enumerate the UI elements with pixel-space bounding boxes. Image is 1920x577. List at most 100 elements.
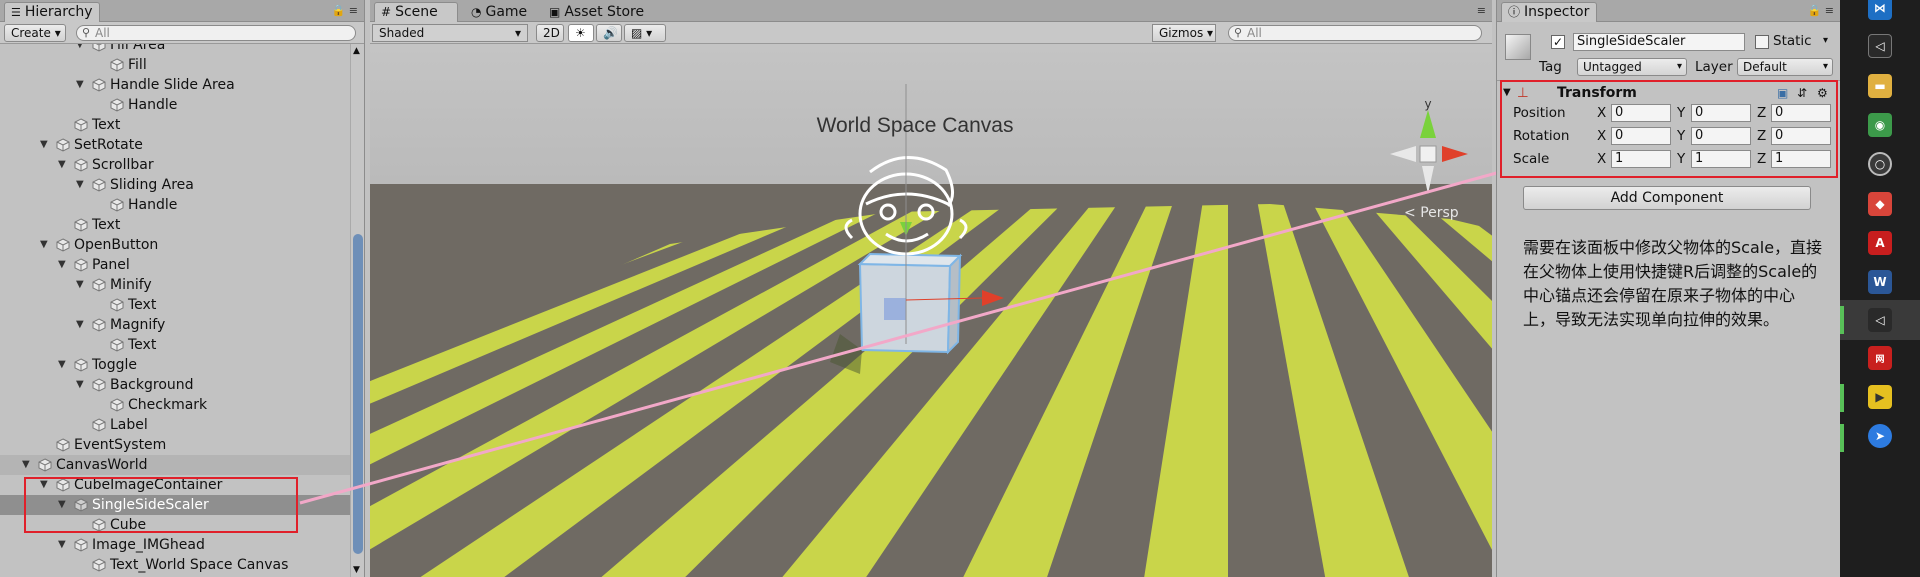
- object-name-input[interactable]: SingleSideScaler: [1573, 33, 1745, 51]
- scene-viewport[interactable]: World Space Canvas y < Persp: [370, 44, 1492, 577]
- expand-arrow-icon[interactable]: ▼: [76, 75, 84, 95]
- sun-icon[interactable]: ☀: [568, 24, 594, 42]
- pdf-icon[interactable]: A: [1868, 231, 1892, 255]
- hierarchy-item[interactable]: Fill: [0, 55, 350, 75]
- feishu-icon[interactable]: ➤: [1868, 424, 1892, 448]
- expand-arrow-icon[interactable]: ▼: [40, 475, 48, 495]
- scene-search-input[interactable]: ⚲ All: [1228, 25, 1482, 41]
- transform-y-input[interactable]: 1: [1691, 150, 1751, 168]
- gameobject-icon: [74, 258, 88, 272]
- hierarchy-item[interactable]: ▼ Background: [0, 375, 350, 395]
- expand-arrow-icon[interactable]: ▼: [76, 175, 84, 195]
- panel-menu-icon[interactable]: 🔒 ≡: [1808, 4, 1834, 17]
- expand-arrow-icon[interactable]: ▼: [40, 135, 48, 155]
- expand-arrow-icon[interactable]: ▼: [22, 455, 30, 475]
- hierarchy-item[interactable]: ▼ Handle Slide Area: [0, 75, 350, 95]
- transform-x-input[interactable]: 0: [1611, 127, 1671, 145]
- hierarchy-item[interactable]: Cube: [0, 515, 350, 535]
- hierarchy-item[interactable]: ▼ Toggle: [0, 355, 350, 375]
- tab-hierarchy[interactable]: ☰ Hierarchy: [4, 2, 100, 22]
- scroll-down-icon[interactable]: ▼: [353, 565, 360, 575]
- static-dropdown-icon[interactable]: ▾: [1823, 32, 1828, 50]
- hierarchy-item[interactable]: ▼ CanvasWorld: [0, 455, 350, 475]
- hierarchy-item[interactable]: Text: [0, 215, 350, 235]
- hierarchy-search-input[interactable]: ⚲ All: [76, 25, 356, 41]
- word-icon[interactable]: W: [1868, 270, 1892, 294]
- android-icon[interactable]: ◉: [1868, 113, 1892, 137]
- hierarchy-item[interactable]: Handle: [0, 95, 350, 115]
- hierarchy-item[interactable]: ▼ Scrollbar: [0, 155, 350, 175]
- expand-arrow-icon[interactable]: ▼: [58, 355, 66, 375]
- hierarchy-item-label: Minify: [110, 277, 152, 293]
- gizmos-dropdown[interactable]: Gizmos ▾: [1152, 24, 1216, 42]
- hierarchy-item[interactable]: ▼ Sliding Area: [0, 175, 350, 195]
- add-component-button[interactable]: Add Component: [1523, 186, 1811, 210]
- transform-x-input[interactable]: 0: [1611, 104, 1671, 122]
- expand-arrow-icon[interactable]: ▼: [40, 235, 48, 255]
- hierarchy-item[interactable]: Checkmark: [0, 395, 350, 415]
- hierarchy-item[interactable]: ▼ SetRotate: [0, 135, 350, 155]
- transform-z-input[interactable]: 0: [1771, 127, 1831, 145]
- chrome-icon[interactable]: ○: [1868, 152, 1892, 176]
- expand-arrow-icon[interactable]: ▼: [58, 155, 66, 175]
- tab-game[interactable]: ◔ Game: [464, 2, 536, 22]
- audio-icon[interactable]: 🔊: [596, 24, 622, 42]
- layer-dropdown[interactable]: Default: [1737, 58, 1833, 76]
- expand-arrow-icon[interactable]: ▼: [76, 315, 84, 335]
- expand-arrow-icon[interactable]: ▼: [58, 255, 66, 275]
- hierarchy-item[interactable]: ▼ Magnify: [0, 315, 350, 335]
- hierarchy-item[interactable]: Handle: [0, 195, 350, 215]
- hierarchy-item[interactable]: Text: [0, 115, 350, 135]
- folder-icon[interactable]: ▬: [1868, 74, 1892, 98]
- scrollbar-thumb[interactable]: [353, 234, 363, 554]
- transform-foldout-icon[interactable]: ▼: [1503, 84, 1511, 102]
- transform-z-input[interactable]: 0: [1771, 104, 1831, 122]
- toggle-2d-button[interactable]: 2D: [536, 24, 564, 42]
- panel-menu-icon[interactable]: 🔒 ≡: [332, 4, 358, 17]
- transform-y-input[interactable]: 0: [1691, 104, 1751, 122]
- scene-render[interactable]: World Space Canvas y < Persp: [370, 44, 1492, 577]
- hierarchy-item[interactable]: ▼ OpenButton: [0, 235, 350, 255]
- transform-y-input[interactable]: 0: [1691, 127, 1751, 145]
- persp-label[interactable]: < Persp: [1404, 205, 1459, 221]
- hierarchy-item[interactable]: Text: [0, 335, 350, 355]
- help-icon[interactable]: ▣: [1777, 84, 1788, 102]
- shading-mode-dropdown[interactable]: Shaded ▾: [372, 24, 528, 42]
- tab-asset-store[interactable]: ▣ Asset Store: [542, 2, 662, 22]
- hierarchy-item[interactable]: Label: [0, 415, 350, 435]
- expand-arrow-icon[interactable]: ▼: [58, 535, 66, 555]
- hierarchy-item[interactable]: ▼ Minify: [0, 275, 350, 295]
- expand-arrow-icon[interactable]: ▼: [76, 275, 84, 295]
- active-checkbox[interactable]: ✓: [1551, 35, 1565, 49]
- unity-icon[interactable]: ◁: [1868, 34, 1892, 58]
- player-icon[interactable]: ▶: [1868, 385, 1892, 409]
- hierarchy-item[interactable]: ▼ SingleSideScaler: [0, 495, 350, 515]
- hierarchy-item[interactable]: Text: [0, 295, 350, 315]
- preset-icon[interactable]: ⇵: [1797, 84, 1807, 102]
- git-icon[interactable]: ◆: [1868, 192, 1892, 216]
- static-checkbox[interactable]: [1755, 35, 1769, 49]
- panel-menu-icon[interactable]: ≡: [1477, 4, 1486, 17]
- netease-icon[interactable]: 网: [1868, 346, 1892, 370]
- gear-icon[interactable]: ⚙: [1817, 84, 1828, 102]
- hierarchy-item[interactable]: ▼ Panel: [0, 255, 350, 275]
- transform-x-input[interactable]: 1: [1611, 150, 1671, 168]
- tag-dropdown[interactable]: Untagged: [1577, 58, 1687, 76]
- tab-scene[interactable]: # Scene: [374, 2, 458, 22]
- transform-z-input[interactable]: 1: [1771, 150, 1831, 168]
- hierarchy-item[interactable]: ▼ CubeImageContainer: [0, 475, 350, 495]
- scroll-up-icon[interactable]: ▲: [353, 46, 360, 56]
- effects-icon[interactable]: ▨ ▾: [624, 24, 666, 42]
- hierarchy-scrollbar[interactable]: ▲ ▼: [350, 44, 364, 577]
- hierarchy-item[interactable]: EventSystem: [0, 435, 350, 455]
- hierarchy-item[interactable]: ▼ Fill Area: [0, 44, 350, 55]
- expand-arrow-icon[interactable]: ▼: [58, 495, 66, 515]
- expand-arrow-icon[interactable]: ▼: [76, 44, 84, 55]
- hierarchy-item[interactable]: Text_World Space Canvas: [0, 555, 350, 575]
- create-button[interactable]: Create ▾: [4, 24, 66, 42]
- unity-icon[interactable]: ◁: [1868, 308, 1892, 332]
- hierarchy-item[interactable]: ▼ Image_IMGhead: [0, 535, 350, 555]
- vscode-icon[interactable]: ⋈: [1868, 0, 1892, 20]
- expand-arrow-icon[interactable]: ▼: [76, 375, 84, 395]
- tab-inspector[interactable]: ⓘ Inspector: [1501, 2, 1597, 22]
